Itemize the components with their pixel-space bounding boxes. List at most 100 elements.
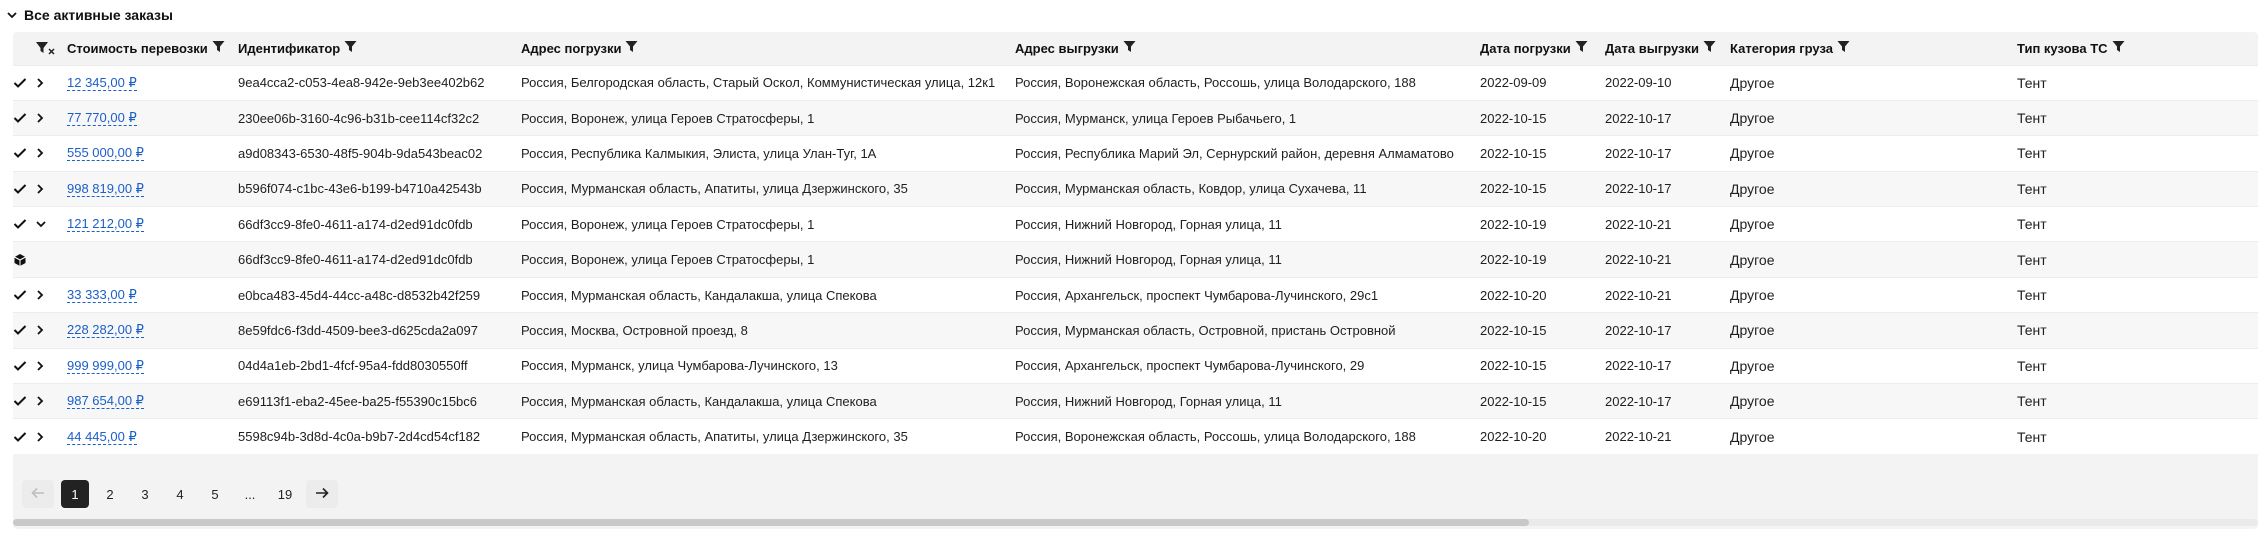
filter-icon[interactable] [344,40,357,56]
cost-link[interactable]: 12 345,00 ₽ [67,74,137,91]
expand-toggle[interactable] [35,99,67,136]
cost-link[interactable]: 77 770,00 ₽ [67,110,137,127]
load-address-cell: Россия, Мурманск, улица Чумбарова-Лучинс… [521,347,1015,384]
arrow-right-icon [315,487,329,502]
body-type-cell: Тент [2017,383,2258,419]
expand-toggle[interactable] [35,312,67,349]
section-title: Все активные заказы [24,7,173,23]
cost-link[interactable]: 121 212,00 ₽ [67,216,144,233]
filter-icon[interactable] [625,40,638,56]
chevron-right-icon [35,360,67,372]
check-icon [13,218,35,230]
check-icon [13,147,35,159]
id-cell: 230ee06b-3160-4c96-b31b-cee114cf32c2 [238,99,521,136]
check-icon [13,112,35,124]
filter-icon[interactable] [1123,40,1136,56]
expand-toggle[interactable] [35,135,67,172]
page-2-button[interactable]: 2 [96,480,124,508]
header-load-address[interactable]: Адрес погрузки [521,32,1015,65]
table-row[interactable]: 12 345,00 ₽ 9ea4cca2-c053-4ea8-942e-9eb3e… [13,64,2258,101]
cost-cell: 33 333,00 ₽ [67,276,238,313]
page-4-button[interactable]: 4 [166,480,194,508]
status-cell [13,347,35,384]
load-address-cell: Россия, Воронеж, улица Героев Стратосфер… [521,206,1015,242]
unload-date-cell: 2022-10-17 [1605,135,1730,172]
table-row[interactable]: 228 282,00 ₽ 8e59fdc6-f3dd-4509-bee3-d625… [13,312,2258,349]
cost-link[interactable]: 228 282,00 ₽ [67,322,144,339]
filter-icon[interactable] [1837,40,1850,56]
load-address-cell: Россия, Белгородская область, Старый Оск… [521,64,1015,101]
table-row[interactable]: 66df3cc9-8fe0-4611-a174-d2ed91dc0fdb Росс… [13,241,2258,278]
table-row[interactable]: 77 770,00 ₽ 230ee06b-3160-4c96-b31b-cee11… [13,99,2258,136]
header-cargo-category[interactable]: Категория груза [1730,32,2017,65]
table-row[interactable]: 33 333,00 ₽ e0bca483-45d4-44cc-a48c-d8532… [13,276,2258,313]
header-cost[interactable]: Стоимость перевозки [67,32,238,65]
expand-toggle[interactable] [35,170,67,207]
table-row[interactable]: 999 999,00 ₽ 04d4a1eb-2bd1-4fcf-95a4-fdd8… [13,347,2258,384]
cargo-category-cell: Другое [1730,64,2017,101]
header-id[interactable]: Идентификатор [238,32,521,65]
cost-link[interactable]: 987 654,00 ₽ [67,393,144,410]
id-cell: 9ea4cca2-c053-4ea8-942e-9eb3ee402b62 [238,64,521,101]
cost-link[interactable]: 999 999,00 ₽ [67,357,144,374]
expand-toggle[interactable] [35,418,67,455]
chevron-right-icon [35,77,67,89]
load-address-cell: Россия, Мурманская область, Кандалакша, … [521,383,1015,419]
header-unload-date[interactable]: Дата выгрузки [1605,32,1730,65]
header-unload-address[interactable]: Адрес выгрузки [1015,32,1480,65]
unload-address-cell: Россия, Республика Марий Эл, Сернурский … [1015,135,1480,172]
load-address-cell: Россия, Мурманская область, Апатиты, ули… [521,170,1015,207]
expand-toggle[interactable] [35,276,67,313]
status-cell [13,206,35,242]
load-date-cell: 2022-10-15 [1480,383,1605,419]
chevron-right-icon [35,147,67,159]
page-19-button[interactable]: 19 [271,480,299,508]
table-body: 12 345,00 ₽ 9ea4cca2-c053-4ea8-942e-9eb3e… [13,64,2258,455]
cargo-category-cell: Другое [1730,206,2017,242]
check-icon [13,77,35,89]
table-row[interactable]: 121 212,00 ₽ 66df3cc9-8fe0-4611-a174-d2ed… [13,206,2258,242]
chevron-right-icon [35,395,67,407]
cost-link[interactable]: 555 000,00 ₽ [67,145,144,162]
filter-icon[interactable] [1703,40,1716,56]
expand-toggle[interactable] [35,383,67,419]
filter-icon[interactable] [2112,40,2125,56]
cargo-category-cell: Другое [1730,135,2017,172]
cargo-category-cell: Другое [1730,99,2017,136]
chevron-right-icon [35,289,67,301]
chevron-down-icon [35,219,67,229]
clear-filters-button[interactable] [35,32,67,65]
chevron-down-icon [6,9,18,21]
unload-date-cell: 2022-10-21 [1605,276,1730,313]
expand-toggle[interactable] [35,347,67,384]
cost-link[interactable]: 44 445,00 ₽ [67,428,137,445]
table-row[interactable]: 555 000,00 ₽ a9d08343-6530-48f5-904b-9da5… [13,135,2258,172]
status-cell [13,99,35,136]
id-cell: b596f074-c1bc-43e6-b199-b4710a42543b [238,170,521,207]
next-page-button[interactable] [306,480,338,508]
table-row[interactable]: 998 819,00 ₽ b596f074-c1bc-43e6-b199-b471… [13,170,2258,207]
expand-toggle[interactable] [35,206,67,242]
filter-icon[interactable] [1575,40,1588,56]
section-header[interactable]: Все активные заказы [6,4,173,26]
cargo-category-cell: Другое [1730,383,2017,419]
table-row[interactable]: 44 445,00 ₽ 5598c94b-3d8d-4c0a-b9b7-2d4cd… [13,418,2258,455]
cost-link[interactable]: 33 333,00 ₽ [67,287,137,304]
page-1-button[interactable]: 1 [61,480,89,508]
filter-icon[interactable] [212,40,225,56]
cost-link[interactable]: 998 819,00 ₽ [67,180,144,197]
unload-date-cell: 2022-10-21 [1605,206,1730,242]
page-3-button[interactable]: 3 [131,480,159,508]
header-load-date[interactable]: Дата погрузки [1480,32,1605,65]
body-type-cell: Тент [2017,347,2258,384]
page-5-button[interactable]: 5 [201,480,229,508]
body-type-cell: Тент [2017,241,2258,278]
expand-toggle[interactable] [35,64,67,101]
horizontal-scrollbar-thumb[interactable] [13,519,1529,526]
unload-date-cell: 2022-10-17 [1605,383,1730,419]
header-body-type[interactable]: Тип кузова ТС [2017,32,2258,65]
header-body-type-label: Тип кузова ТС [2017,40,2108,56]
table-row[interactable]: 987 654,00 ₽ e69113f1-eba2-45ee-ba25-f553… [13,383,2258,419]
load-address-cell: Россия, Мурманская область, Кандалакша, … [521,276,1015,313]
prev-page-button[interactable] [22,480,54,508]
